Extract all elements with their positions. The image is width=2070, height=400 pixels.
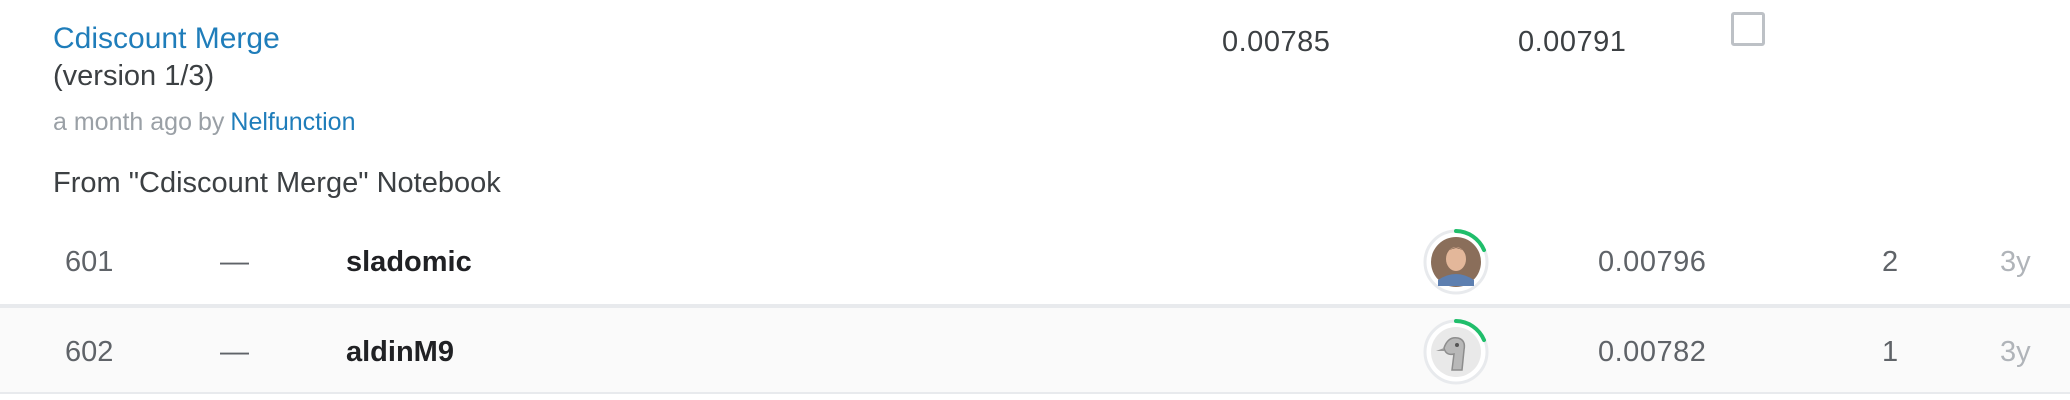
submission-card: Cdiscount Merge (version 1/3) a month ag…: [0, 0, 2070, 220]
leaderboard-row[interactable]: 602 — aldinM9 0.00782 1 3y: [0, 306, 2070, 394]
rank-change-cell: —: [220, 336, 249, 368]
submission-title-link[interactable]: Cdiscount Merge: [53, 22, 280, 56]
submission-source: From "Cdiscount Merge" Notebook: [53, 167, 501, 199]
score-cell: 0.00782: [1598, 336, 1707, 368]
submission-by-label: by: [198, 108, 225, 136]
score-cell: 0.00796: [1598, 246, 1707, 278]
use-for-final-score-checkbox[interactable]: [1731, 12, 1765, 46]
leaderboard-row[interactable]: 601 — sladomic 0.00796 2 3y: [0, 218, 2070, 306]
team-name-link[interactable]: sladomic: [346, 218, 472, 306]
public-score: 0.00791: [1518, 26, 1627, 58]
last-submission-cell: 3y: [2000, 336, 2031, 368]
private-score: 0.00785: [1222, 26, 1331, 58]
user-photo-avatar[interactable]: [1422, 228, 1490, 296]
submission-version: (version 1/3): [53, 60, 215, 92]
rank-change-cell: —: [220, 246, 249, 278]
team-name-link[interactable]: aldinM9: [346, 308, 454, 396]
submission-author-link[interactable]: Nelfunction: [230, 108, 355, 136]
submission-time-ago: a month ago: [53, 108, 192, 136]
submission-meta: a month ago by Nelfunction: [53, 108, 355, 137]
entries-cell: 1: [1882, 336, 1899, 368]
rank-cell: 601: [65, 246, 114, 278]
entries-cell: 2: [1882, 246, 1899, 278]
bird-sketch-avatar[interactable]: [1422, 318, 1490, 386]
last-submission-cell: 3y: [2000, 246, 2031, 278]
rank-cell: 602: [65, 336, 114, 368]
